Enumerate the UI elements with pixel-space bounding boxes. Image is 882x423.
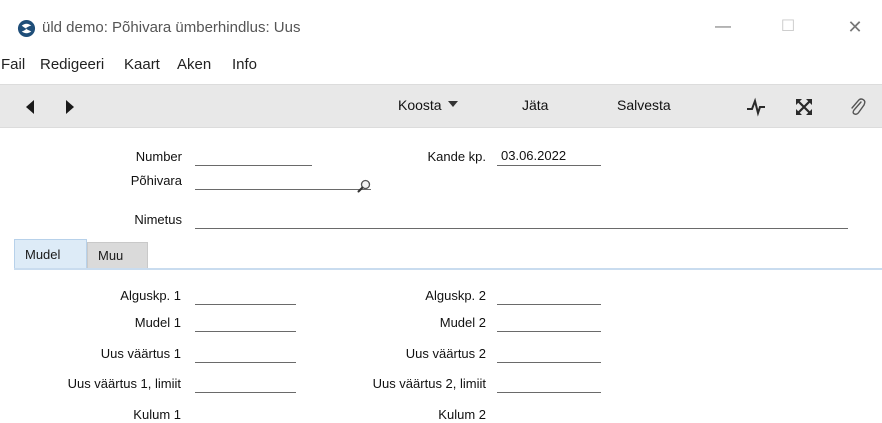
mudel1-field[interactable] xyxy=(195,314,296,332)
pulse-icon[interactable] xyxy=(745,96,767,118)
menu-kaart[interactable]: Kaart xyxy=(124,56,160,73)
alguskp2-field[interactable] xyxy=(497,287,601,305)
menu-fail[interactable]: Fail xyxy=(1,56,25,73)
window-title: üld demo: Põhivara ümberhindlus: Uus xyxy=(42,19,301,36)
number-field[interactable] xyxy=(195,148,312,166)
tab-muu[interactable]: Muu xyxy=(87,242,148,268)
paperclip-icon[interactable] xyxy=(846,96,868,118)
back-arrow-icon[interactable] xyxy=(22,98,38,116)
minimize-button[interactable]: — xyxy=(708,14,738,40)
uus-vaartus1-limiit-label: Uus väärtus 1, limiit xyxy=(67,376,181,391)
close-button[interactable]: ✕ xyxy=(840,14,870,40)
nimetus-label: Nimetus xyxy=(134,212,182,227)
jata-button[interactable]: Jäta xyxy=(522,97,548,113)
tab-divider xyxy=(14,268,882,270)
kulum2-label: Kulum 2 xyxy=(438,407,486,422)
kande-kp-value: 03.06.2022 xyxy=(501,148,567,163)
nimetus-field[interactable] xyxy=(195,211,848,229)
pohivara-field[interactable] xyxy=(195,172,371,190)
alguskp2-label: Alguskp. 2 xyxy=(425,288,486,303)
kande-kp-label: Kande kp. xyxy=(427,149,486,164)
uus-vaartus1-field[interactable] xyxy=(195,345,296,363)
toolbar: Koosta Jäta Salvesta xyxy=(0,84,882,128)
mudel2-field[interactable] xyxy=(497,314,601,332)
mudel1-label: Mudel 1 xyxy=(134,315,181,330)
alguskp1-field[interactable] xyxy=(195,287,296,305)
mudel2-label: Mudel 2 xyxy=(439,315,486,330)
uus-vaartus2-limiit-field[interactable] xyxy=(497,375,601,393)
uus-vaartus1-limiit-field[interactable] xyxy=(195,375,296,393)
pohivara-label: Põhivara xyxy=(130,173,182,188)
kulum1-label: Kulum 1 xyxy=(133,407,181,422)
alguskp1-label: Alguskp. 1 xyxy=(120,288,181,303)
kande-kp-field[interactable]: 03.06.2022 xyxy=(497,148,601,166)
title-bar: üld demo: Põhivara ümberhindlus: Uus — ☐… xyxy=(0,0,882,52)
forward-arrow-icon[interactable] xyxy=(62,98,78,116)
koosta-label: Koosta xyxy=(398,97,442,113)
chevron-down-icon xyxy=(447,101,458,108)
uus-vaartus2-limiit-label: Uus väärtus 2, limiit xyxy=(372,376,486,391)
expand-icon[interactable] xyxy=(793,96,815,118)
tab-mudel[interactable]: Mudel xyxy=(14,239,87,268)
koosta-button[interactable]: Koosta xyxy=(398,97,458,113)
app-logo-icon xyxy=(17,19,36,38)
uus-vaartus1-label: Uus väärtus 1 xyxy=(100,346,181,361)
uus-vaartus2-label: Uus väärtus 2 xyxy=(405,346,486,361)
menu-bar: Fail Redigeeri Kaart Aken Info xyxy=(0,52,882,79)
salvesta-button[interactable]: Salvesta xyxy=(617,97,671,113)
uus-vaartus2-field[interactable] xyxy=(497,345,601,363)
search-icon[interactable] xyxy=(357,179,371,193)
menu-redigeeri[interactable]: Redigeeri xyxy=(40,56,104,73)
menu-aken[interactable]: Aken xyxy=(177,56,211,73)
maximize-button[interactable]: ☐ xyxy=(773,14,803,40)
number-label: Number xyxy=(135,149,182,164)
menu-info[interactable]: Info xyxy=(232,56,257,73)
